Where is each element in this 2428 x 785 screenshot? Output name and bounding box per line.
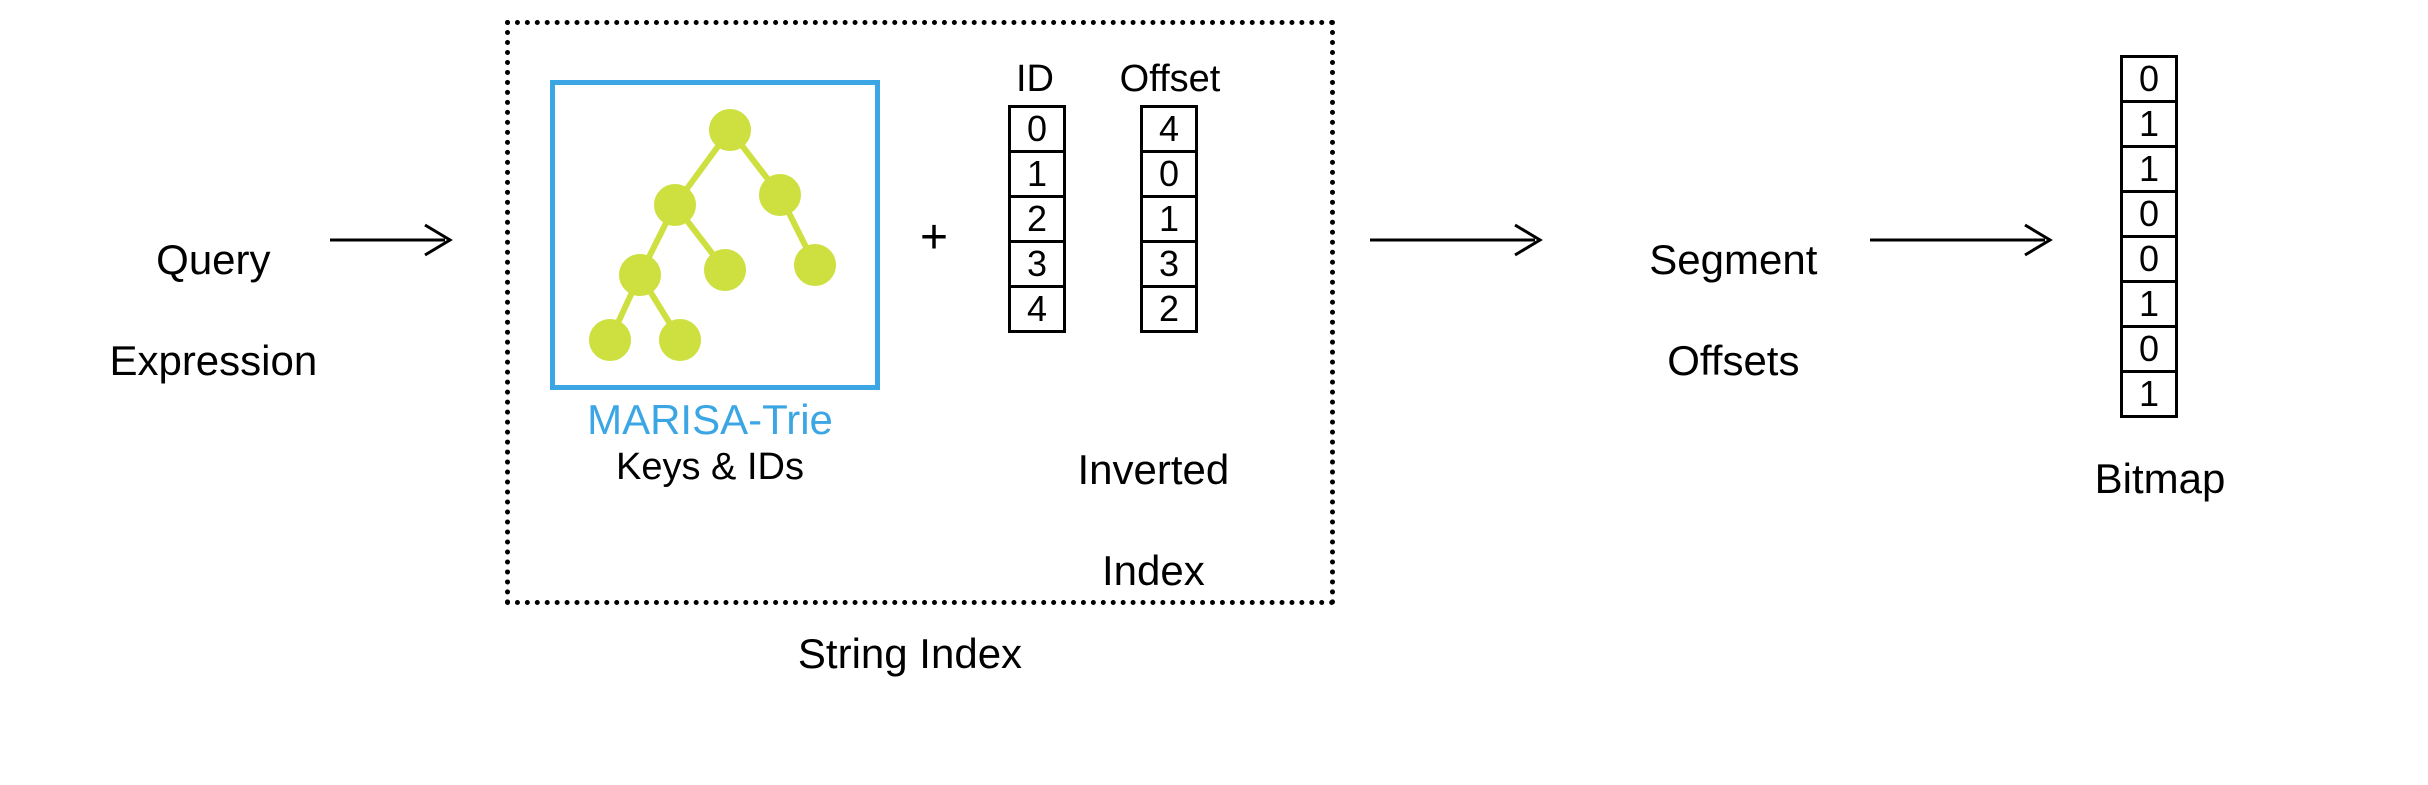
- segment-line1: Segment: [1649, 236, 1817, 283]
- marisa-trie-box: [550, 80, 880, 390]
- inverted-index-label: Inverted Index: [1000, 395, 1260, 647]
- offset-column: 4 0 1 3 2: [1140, 105, 1198, 333]
- bitmap-cell: 1: [2120, 280, 2178, 328]
- offset-cell: 0: [1140, 150, 1198, 198]
- inverted-line1: Inverted: [1077, 446, 1229, 493]
- bitmap-cell: 0: [2120, 190, 2178, 238]
- query-line1: Query: [156, 236, 270, 283]
- id-cell: 4: [1008, 285, 1066, 333]
- id-header: ID: [1000, 58, 1070, 101]
- bitmap-cell: 0: [2120, 325, 2178, 373]
- offset-cell: 4: [1140, 105, 1198, 153]
- bitmap-column: 0 1 1 0 0 1 0 1: [2120, 55, 2178, 418]
- segment-line2: Offsets: [1667, 337, 1799, 384]
- bitmap-cell: 1: [2120, 370, 2178, 418]
- plus-icon: +: [920, 210, 948, 265]
- id-cell: 2: [1008, 195, 1066, 243]
- arrow-icon: [330, 215, 460, 265]
- keys-ids-label: Keys & IDs: [550, 445, 870, 491]
- segment-offsets-label: Segment Offsets: [1590, 185, 1830, 437]
- bitmap-caption: Bitmap: [2080, 455, 2240, 503]
- inverted-line2: Index: [1102, 547, 1205, 594]
- bitmap-cell: 1: [2120, 100, 2178, 148]
- query-expression-label: Query Expression: [60, 185, 320, 437]
- tree-icon: [555, 85, 865, 375]
- marisa-trie-label: MARISA-Trie: [550, 395, 870, 445]
- bitmap-cell: 0: [2120, 55, 2178, 103]
- id-cell: 1: [1008, 150, 1066, 198]
- offset-cell: 1: [1140, 195, 1198, 243]
- id-cell: 0: [1008, 105, 1066, 153]
- arrow-icon: [1370, 215, 1550, 265]
- offset-cell: 3: [1140, 240, 1198, 288]
- arrow-icon: [1870, 215, 2060, 265]
- id-column: 0 1 2 3 4: [1008, 105, 1066, 333]
- offset-cell: 2: [1140, 285, 1198, 333]
- offset-header: Offset: [1110, 58, 1230, 101]
- diagram-canvas: Query Expression: [0, 0, 2428, 785]
- id-cell: 3: [1008, 240, 1066, 288]
- bitmap-cell: 1: [2120, 145, 2178, 193]
- string-index-caption: String Index: [760, 630, 1060, 678]
- bitmap-cell: 0: [2120, 235, 2178, 283]
- query-line2: Expression: [109, 337, 317, 384]
